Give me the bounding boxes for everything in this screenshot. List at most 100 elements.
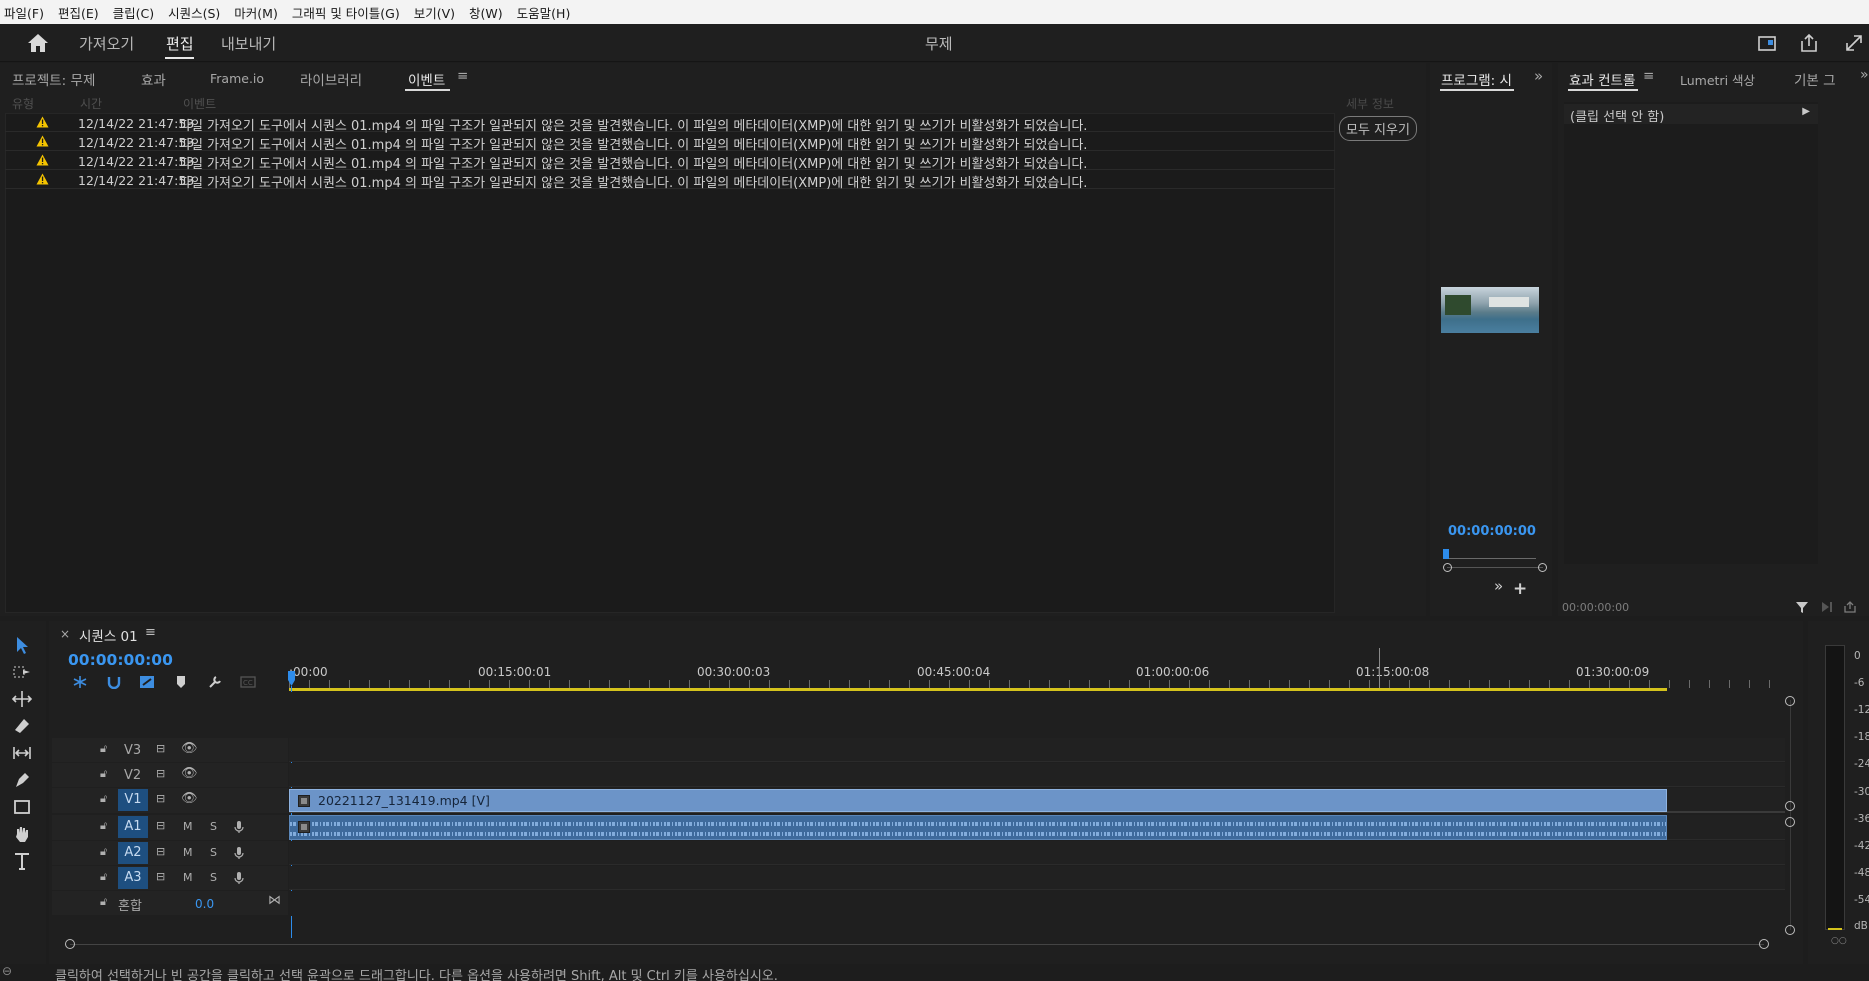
lock-icon[interactable]: 🔓︎: [100, 819, 107, 833]
mute-button[interactable]: M: [183, 871, 193, 884]
linked-selection-icon[interactable]: [139, 675, 155, 689]
hscroll-handle-left[interactable]: [65, 939, 75, 949]
menu-marker[interactable]: 마커(M): [234, 3, 278, 22]
menu-file[interactable]: 파일(F): [4, 3, 44, 22]
ripple-edit-tool-icon[interactable]: [11, 688, 33, 710]
program-playhead[interactable]: [1443, 549, 1449, 559]
track-name-a3[interactable]: A3: [118, 867, 148, 889]
rectangle-tool-icon[interactable]: [11, 796, 33, 818]
track-select-tool-icon[interactable]: [11, 661, 33, 683]
lock-icon[interactable]: 🔓︎: [100, 792, 107, 806]
lock-icon[interactable]: 🔓︎: [100, 895, 107, 909]
settings-wrench-icon[interactable]: [207, 675, 223, 689]
menu-clip[interactable]: 클립(C): [113, 3, 154, 22]
sync-lock-icon[interactable]: ⊟: [156, 792, 165, 805]
eye-icon[interactable]: 👁︎: [181, 766, 198, 781]
solo-button[interactable]: S: [210, 820, 217, 833]
video-clip[interactable]: 20221127_131419.mp4 [V]: [289, 789, 1667, 812]
menu-view[interactable]: 보기(V): [414, 3, 455, 22]
export-frame-icon[interactable]: [1843, 600, 1857, 614]
track-v3-lane[interactable]: [289, 738, 1785, 762]
add-button-icon[interactable]: +: [1513, 579, 1527, 599]
tab-effect-controls[interactable]: 효과 컨트롤: [1569, 69, 1635, 89]
program-zoom-bar[interactable]: [1447, 567, 1543, 568]
tab-export[interactable]: 내보내기: [221, 33, 276, 54]
mute-button[interactable]: M: [183, 820, 193, 833]
vscroll-handle-bottom[interactable]: [1785, 925, 1795, 935]
home-icon[interactable]: [26, 32, 50, 54]
quick-export-icon[interactable]: [1756, 32, 1778, 54]
razor-tool-icon[interactable]: [11, 715, 33, 737]
lock-icon[interactable]: 🔓︎: [100, 845, 107, 859]
eye-icon[interactable]: 👁︎: [181, 791, 198, 806]
mute-button[interactable]: M: [183, 846, 193, 859]
sync-lock-icon[interactable]: ⊟: [156, 845, 165, 858]
work-area-bar[interactable]: [289, 688, 1667, 691]
event-row[interactable]: 12/14/22 21:47:53 파일 가져오기 도구에서 시퀀스 01.mp…: [5, 113, 1335, 134]
step-forward-icon[interactable]: [1820, 600, 1834, 614]
lock-icon[interactable]: 🔓︎: [100, 767, 107, 781]
zoom-handle-left[interactable]: [1443, 563, 1452, 572]
track-v2-lane[interactable]: [289, 763, 1785, 787]
track-name-a1[interactable]: A1: [118, 816, 148, 838]
sync-lock-icon[interactable]: ⊟: [156, 870, 165, 883]
tab-essential-graphics[interactable]: 기본 그: [1794, 69, 1836, 89]
track-a3-lane[interactable]: [289, 866, 1785, 890]
vertical-scrollbar[interactable]: [1790, 700, 1791, 930]
event-row[interactable]: 12/14/22 21:47:53 파일 가져오기 도구에서 시퀀스 01.mp…: [5, 132, 1335, 153]
panel-overflow-icon[interactable]: »: [1860, 67, 1869, 83]
tab-frameio[interactable]: Frame.io: [210, 71, 264, 86]
menu-edit[interactable]: 편집(E): [58, 3, 99, 22]
mic-icon[interactable]: [234, 820, 244, 834]
event-row[interactable]: 12/14/22 21:47:53 파일 가져오기 도구에서 시퀀스 01.mp…: [5, 151, 1335, 172]
tab-project[interactable]: 프로젝트: 무제: [12, 69, 95, 89]
meter-solo-icon[interactable]: ○○: [1831, 936, 1847, 946]
eye-icon[interactable]: 👁︎: [181, 741, 198, 756]
menu-window[interactable]: 창(W): [469, 3, 503, 22]
menu-graphics[interactable]: 그래픽 및 타이틀(G): [292, 3, 400, 22]
mic-icon[interactable]: [234, 846, 244, 860]
zoom-handle-right[interactable]: [1538, 563, 1547, 572]
sequence-menu-icon[interactable]: ≡: [145, 625, 156, 640]
tab-effects[interactable]: 효과: [141, 69, 166, 89]
fullscreen-icon[interactable]: [1843, 32, 1865, 54]
solo-button[interactable]: S: [210, 846, 217, 859]
hscroll-handle-right[interactable]: [1759, 939, 1769, 949]
tab-events[interactable]: 이벤트: [408, 69, 445, 89]
nest-toggle-icon[interactable]: [72, 675, 88, 689]
tab-import[interactable]: 가져오기: [79, 33, 134, 54]
lock-icon[interactable]: 🔓︎: [100, 870, 107, 884]
timeline-timecode[interactable]: 00:00:00:00: [68, 651, 173, 669]
panel-menu-icon[interactable]: ≡: [1643, 68, 1654, 84]
track-name-v3[interactable]: V3: [124, 743, 141, 758]
go-to-in-out-icon[interactable]: ⋈: [268, 893, 281, 908]
slip-tool-icon[interactable]: [11, 742, 33, 764]
event-row[interactable]: 12/14/22 21:47:53 파일 가져오기 도구에서 시퀀스 01.mp…: [5, 170, 1335, 191]
sync-lock-icon[interactable]: ⊟: [156, 742, 165, 755]
selection-tool-icon[interactable]: [11, 634, 33, 656]
expand-arrow-icon[interactable]: ▶: [1802, 106, 1810, 117]
tab-libraries[interactable]: 라이브러리: [300, 69, 362, 89]
menu-help[interactable]: 도움말(H): [517, 3, 571, 22]
type-tool-icon[interactable]: [11, 850, 33, 872]
tab-edit[interactable]: 편집: [166, 33, 194, 54]
audio-clip[interactable]: [289, 815, 1667, 840]
mic-icon[interactable]: [234, 871, 244, 885]
snap-icon[interactable]: [106, 675, 122, 689]
menu-sequence[interactable]: 시퀀스(S): [168, 3, 220, 22]
clear-all-button[interactable]: 모두 지우기: [1339, 116, 1417, 141]
pen-tool-icon[interactable]: [11, 769, 33, 791]
mix-volume-value[interactable]: 0.0: [195, 897, 214, 911]
tab-program[interactable]: 프로그램: 시: [1441, 69, 1512, 89]
vscroll-handle-mid[interactable]: [1785, 801, 1795, 811]
vscroll-handle-audio[interactable]: [1785, 817, 1795, 827]
horizontal-scrollbar[interactable]: [70, 944, 1764, 945]
track-name-v1[interactable]: V1: [118, 789, 148, 811]
share-icon[interactable]: [1798, 32, 1820, 54]
sync-lock-icon[interactable]: ⊟: [156, 819, 165, 832]
panel-overflow-icon[interactable]: »: [1534, 67, 1543, 85]
sync-lock-icon[interactable]: ⊟: [156, 767, 165, 780]
captions-icon[interactable]: CC: [240, 676, 256, 688]
panel-menu-icon[interactable]: ≡: [457, 68, 468, 84]
add-marker-icon[interactable]: [175, 675, 187, 689]
